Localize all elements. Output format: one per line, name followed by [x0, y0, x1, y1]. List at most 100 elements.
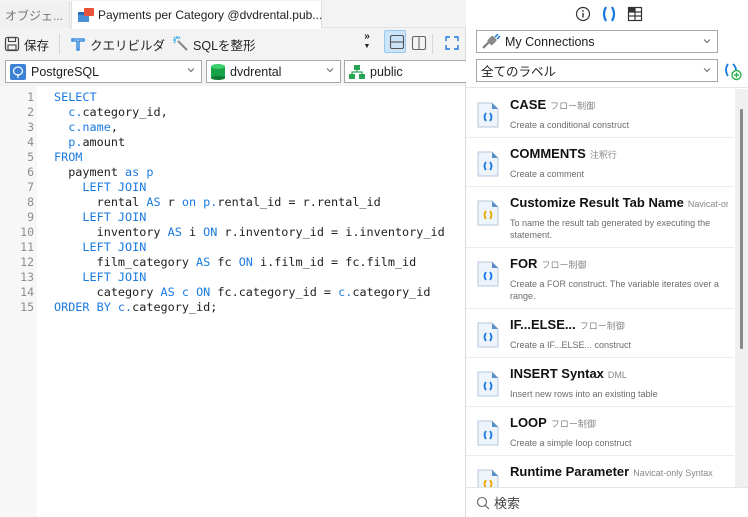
magic-wand-icon — [173, 36, 188, 51]
code-token: payment — [54, 165, 126, 179]
fullscreen-button[interactable] — [441, 32, 463, 54]
postgresql-icon — [10, 63, 26, 80]
line-number: 8 — [27, 195, 34, 209]
snippets-button[interactable] — [600, 5, 618, 23]
database-value: dvdrental — [230, 64, 282, 79]
snippet-name: Customize Result Tab Name — [510, 195, 684, 210]
snippet-item[interactable]: CASE フロー制御 Create a conditional construct — [466, 89, 734, 138]
split-horizontal-button[interactable] — [384, 30, 406, 53]
snippet-item[interactable]: COMMENTS 注釈行 Create a comment — [466, 138, 734, 187]
keyword-token: SELECT — [54, 90, 97, 104]
line-number: 7 — [27, 180, 34, 194]
snippet-file-icon — [477, 200, 499, 226]
snippet-item[interactable]: IF...ELSE... フロー制御 Create a IF...ELSE... c… — [466, 309, 734, 358]
labels-filter-value: 全てのラベル — [481, 65, 557, 79]
snippet-description: Create a conditional construct — [510, 120, 630, 130]
line-number: 11 — [20, 240, 34, 254]
keyword-token: ON — [196, 285, 211, 299]
chevron-down-icon — [703, 39, 711, 44]
code-token: film_category — [54, 255, 197, 269]
connections-select[interactable]: My Connections — [476, 30, 718, 53]
code-token: i.film_id = fc.film_id — [252, 255, 417, 269]
code-line: LEFT JOIN — [54, 180, 146, 195]
editor-toolbar: 保存 クエリビルダ SQLを整形 » ▼ — [0, 30, 466, 58]
connection-select[interactable]: PostgreSQL — [5, 60, 202, 83]
snippet-file-icon — [477, 469, 499, 487]
snippet-description: To name the result tab generated by exec… — [510, 218, 711, 240]
keyword-token: FROM — [54, 150, 83, 164]
sql-editor[interactable]: 1 2 3 4 5 6 7 8 9 10 11 12 13 14 15 SELECT c.category_… — [0, 86, 465, 517]
code-token: i — [181, 225, 204, 239]
code-token: category_id — [352, 285, 431, 299]
snippet-item[interactable]: Runtime ParameterNavicat-only SyntaxRunt… — [466, 456, 734, 487]
split-vertical-button[interactable] — [408, 32, 430, 54]
keyword-token: AS — [146, 195, 161, 209]
template-button[interactable] — [626, 5, 644, 23]
keyword-token: LEFT JOIN — [82, 210, 147, 224]
snippet-category: フロー制御 — [550, 101, 596, 111]
database-select[interactable]: dvdrental — [206, 60, 341, 83]
code-line: FROM — [54, 150, 82, 165]
keyword-token: c. — [338, 285, 353, 299]
snippet-item[interactable]: FOR フロー制御 Create a FOR construct. The vari… — [466, 248, 734, 309]
schema-select[interactable]: public — [344, 60, 470, 83]
keyword-token: ON — [203, 225, 218, 239]
info-button[interactable] — [574, 5, 592, 23]
code-token: amount — [82, 135, 126, 149]
snippet-title-row: Customize Result Tab Name Navicat-or — [510, 195, 728, 210]
code-token: r — [160, 195, 182, 209]
snippet-item[interactable]: INSERT Syntax DML Insert new rows into an … — [466, 358, 734, 407]
code-token: category — [54, 285, 161, 299]
code-braces-icon — [602, 6, 616, 22]
tab-bar: オブジェ... Payments per Category @dvdrental… — [0, 0, 466, 29]
keyword-token: p. — [68, 135, 83, 149]
labels-filter-select[interactable]: 全てのラベル — [476, 59, 718, 82]
tab-objects[interactable]: オブジェ... — [0, 2, 70, 28]
snippet-title-row: CASE フロー制御 — [510, 97, 728, 112]
toolbar-overflow-button[interactable]: » ▼ — [362, 32, 372, 54]
line-number: 4 — [27, 135, 34, 149]
scrollbar-thumb[interactable] — [740, 109, 743, 349]
schema-icon — [349, 64, 365, 79]
code-token: inventory — [54, 225, 168, 239]
tab-query[interactable]: Payments per Category @dvdrental.pub... — [71, 1, 322, 29]
keyword-token: LEFT JOIN — [82, 240, 147, 254]
save-button[interactable]: 保存 — [0, 32, 53, 56]
info-icon — [575, 6, 591, 22]
query-builder-button[interactable]: クエリビルダ — [66, 32, 169, 56]
line-number: 3 — [27, 120, 34, 134]
connection-value: PostgreSQL — [31, 64, 100, 79]
keyword-token: LEFT JOIN — [82, 270, 147, 284]
snippet-description: Create a comment — [510, 169, 585, 179]
fullscreen-icon — [445, 36, 459, 50]
code-token: rental_id = r.rental_id — [217, 195, 381, 209]
code-line: c.category_id, — [54, 105, 167, 120]
line-number: 13 — [20, 270, 34, 284]
beautify-label: SQLを整形 — [193, 38, 256, 53]
chevron-down-icon — [703, 68, 711, 73]
snippet-category: Navicat-only Syntax — [633, 468, 713, 478]
snippet-search[interactable]: 検索 — [466, 487, 748, 517]
snippet-name: LOOP — [510, 415, 547, 430]
keyword-token: AS — [196, 255, 211, 269]
beautify-sql-button[interactable]: SQLを整形 — [169, 32, 260, 56]
split-vertical-icon — [411, 35, 427, 51]
keyword-token: LEFT JOIN — [82, 180, 147, 194]
query-editor-pane: オブジェ... Payments per Category @dvdrental… — [0, 0, 470, 517]
code-token: fc — [210, 255, 239, 269]
keyword-token: AS c — [160, 285, 189, 299]
snippet-list-scrollbar[interactable] — [735, 89, 748, 487]
code-line: payment as p — [54, 165, 153, 180]
line-number: 12 — [20, 255, 34, 269]
code-token: , — [110, 120, 118, 134]
snippet-item[interactable]: Customize Result Tab Name Navicat-or To na… — [466, 187, 734, 248]
snippet-item[interactable]: LOOP フロー制御 Create a simple loop construct — [466, 407, 734, 456]
connections-value: My Connections — [505, 34, 595, 49]
new-snippet-button[interactable] — [723, 61, 743, 81]
panel-mode-switcher — [574, 5, 644, 23]
save-label: 保存 — [24, 38, 50, 53]
snippet-file-icon — [477, 371, 499, 397]
